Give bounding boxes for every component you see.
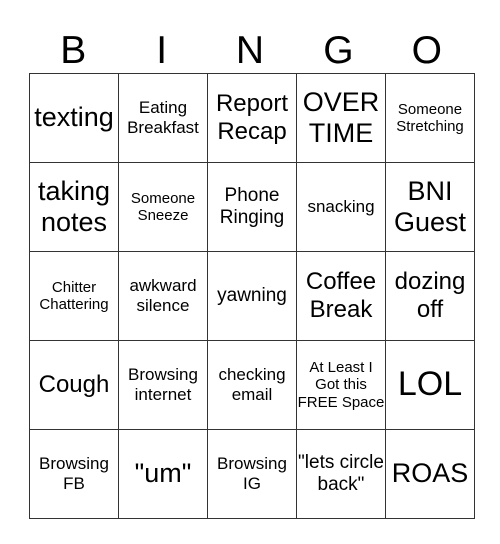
bingo-cell[interactable]: OVER TIME [296, 73, 386, 163]
bingo-cell[interactable]: Eating Breakfast [118, 73, 208, 163]
board-row: Browsing FB "um" Browsing IG "lets circle b… [29, 429, 475, 519]
bingo-cell[interactable]: snacking [296, 162, 386, 252]
bingo-header: B I N G O [29, 28, 471, 73]
header-letter-i: I [156, 29, 168, 72]
board-row: Chitter Chattering awkward silence yawning… [29, 251, 475, 341]
bingo-cell[interactable]: checking email [207, 340, 297, 430]
bingo-cell[interactable]: Browsing FB [29, 429, 119, 519]
bingo-cell[interactable]: At Least I Got this FREE Space [296, 340, 386, 430]
board-row: Cough Browsing internet checking email At L… [29, 340, 475, 430]
bingo-cell[interactable]: awkward silence [118, 251, 208, 341]
bingo-cell[interactable]: Coffee Break [296, 251, 386, 341]
bingo-cell[interactable]: LOL [385, 340, 475, 430]
bingo-cell[interactable]: Someone Stretching [385, 73, 475, 163]
bingo-cell[interactable]: texting [29, 73, 119, 163]
board-row: texting Eating Breakfast Report Recap OVER … [29, 73, 475, 163]
header-letter-g: G [323, 29, 354, 72]
bingo-cell[interactable]: Browsing internet [118, 340, 208, 430]
bingo-cell[interactable]: Phone Ringing [207, 162, 297, 252]
bingo-board: texting Eating Breakfast Report Recap OVER … [29, 73, 475, 519]
bingo-cell[interactable]: "um" [118, 429, 208, 519]
bingo-cell[interactable]: taking notes [29, 162, 119, 252]
header-letter-n: N [235, 29, 265, 72]
header-letter-o: O [411, 29, 442, 72]
bingo-cell[interactable]: ROAS [385, 429, 475, 519]
bingo-cell[interactable]: Report Recap [207, 73, 297, 163]
board-row: taking notes Someone Sneeze Phone Ringing s… [29, 162, 475, 252]
bingo-cell[interactable]: Someone Sneeze [118, 162, 208, 252]
bingo-cell[interactable]: Cough [29, 340, 119, 430]
bingo-cell[interactable]: dozing off [385, 251, 475, 341]
bingo-cell[interactable]: "lets circle back" [296, 429, 386, 519]
bingo-cell[interactable]: Chitter Chattering [29, 251, 119, 341]
header-letter-b: B [60, 29, 87, 72]
bingo-cell[interactable]: Browsing IG [207, 429, 297, 519]
bingo-cell[interactable]: BNI Guest [385, 162, 475, 252]
bingo-cell[interactable]: yawning [207, 251, 297, 341]
